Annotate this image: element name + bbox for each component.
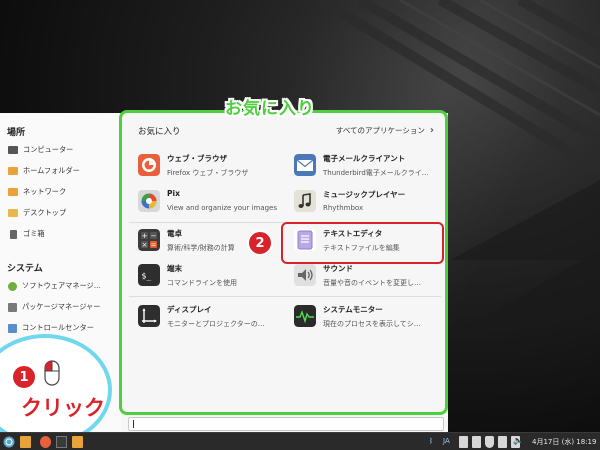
taskbar: ᛒ JA 🔈 4月17日 (水) 18:19 <box>0 432 600 450</box>
terminal-launcher-icon[interactable] <box>56 436 67 448</box>
sidebar-item-label: ホームフォルダー <box>23 166 80 175</box>
update-manager-icon[interactable] <box>472 436 481 448</box>
input-method-indicator[interactable]: JA <box>443 437 450 445</box>
sidebar-item-label: ネットワーク <box>23 187 67 196</box>
files-launcher-icon[interactable] <box>20 436 31 448</box>
computer-icon <box>8 146 18 154</box>
sidebar-item-label: ソフトウェアマネージ… <box>22 281 101 290</box>
step-2-badge: 2 <box>247 230 273 256</box>
package-manager-icon <box>8 302 17 312</box>
sidebar-item-control-center[interactable]: コントロールセンター <box>8 321 94 335</box>
search-input[interactable] <box>128 417 444 431</box>
system-heading: システム <box>7 264 43 274</box>
sidebar-item-software-manager[interactable]: ソフトウェアマネージ… <box>8 279 101 293</box>
desktop-folder-icon <box>8 209 18 217</box>
sidebar-item-label: コントロールセンター <box>22 323 94 332</box>
sidebar-item-trash[interactable]: ゴミ箱 <box>8 227 45 241</box>
sidebar-item-desktop[interactable]: デスクトップ <box>8 206 66 220</box>
sidebar-item-computer[interactable]: コンピューター <box>8 143 73 157</box>
text-editor-highlight-box <box>281 222 444 264</box>
menu-button-icon[interactable] <box>3 436 15 448</box>
text-cursor <box>133 420 134 428</box>
home-folder-icon <box>8 167 18 175</box>
sidebar-item-package-manager[interactable]: パッケージマネージャー <box>8 300 100 314</box>
step-1-badge: 1 <box>11 364 37 390</box>
sidebar-item-label: デスクトップ <box>23 208 67 217</box>
shield-icon[interactable] <box>485 436 494 448</box>
network-icon <box>8 188 18 196</box>
firefox-launcher-icon[interactable] <box>40 436 51 448</box>
sidebar-item-network[interactable]: ネットワーク <box>8 185 66 199</box>
trash-icon <box>9 229 17 239</box>
sidebar-item-home[interactable]: ホームフォルダー <box>8 164 80 178</box>
sidebar-item-label: ゴミ箱 <box>23 229 45 238</box>
folder-launcher-icon[interactable] <box>72 436 83 448</box>
favorites-annotation-label: お気に入り <box>225 99 315 119</box>
sidebar-item-label: コンピューター <box>23 145 74 154</box>
places-heading: 場所 <box>7 128 26 138</box>
software-manager-icon <box>8 281 17 291</box>
clock[interactable]: 4月17日 (水) 18:19 <box>532 437 596 447</box>
bluetooth-icon[interactable]: ᛒ <box>429 437 433 445</box>
network-status-icon[interactable] <box>498 436 507 448</box>
mouse-left-click-icon <box>44 360 60 386</box>
volume-icon[interactable]: 🔈 <box>513 436 523 445</box>
control-center-icon <box>8 323 17 333</box>
clipboard-icon[interactable] <box>459 436 468 448</box>
click-annotation-label: クリック <box>21 396 105 420</box>
sidebar-item-label: パッケージマネージャー <box>22 302 101 311</box>
